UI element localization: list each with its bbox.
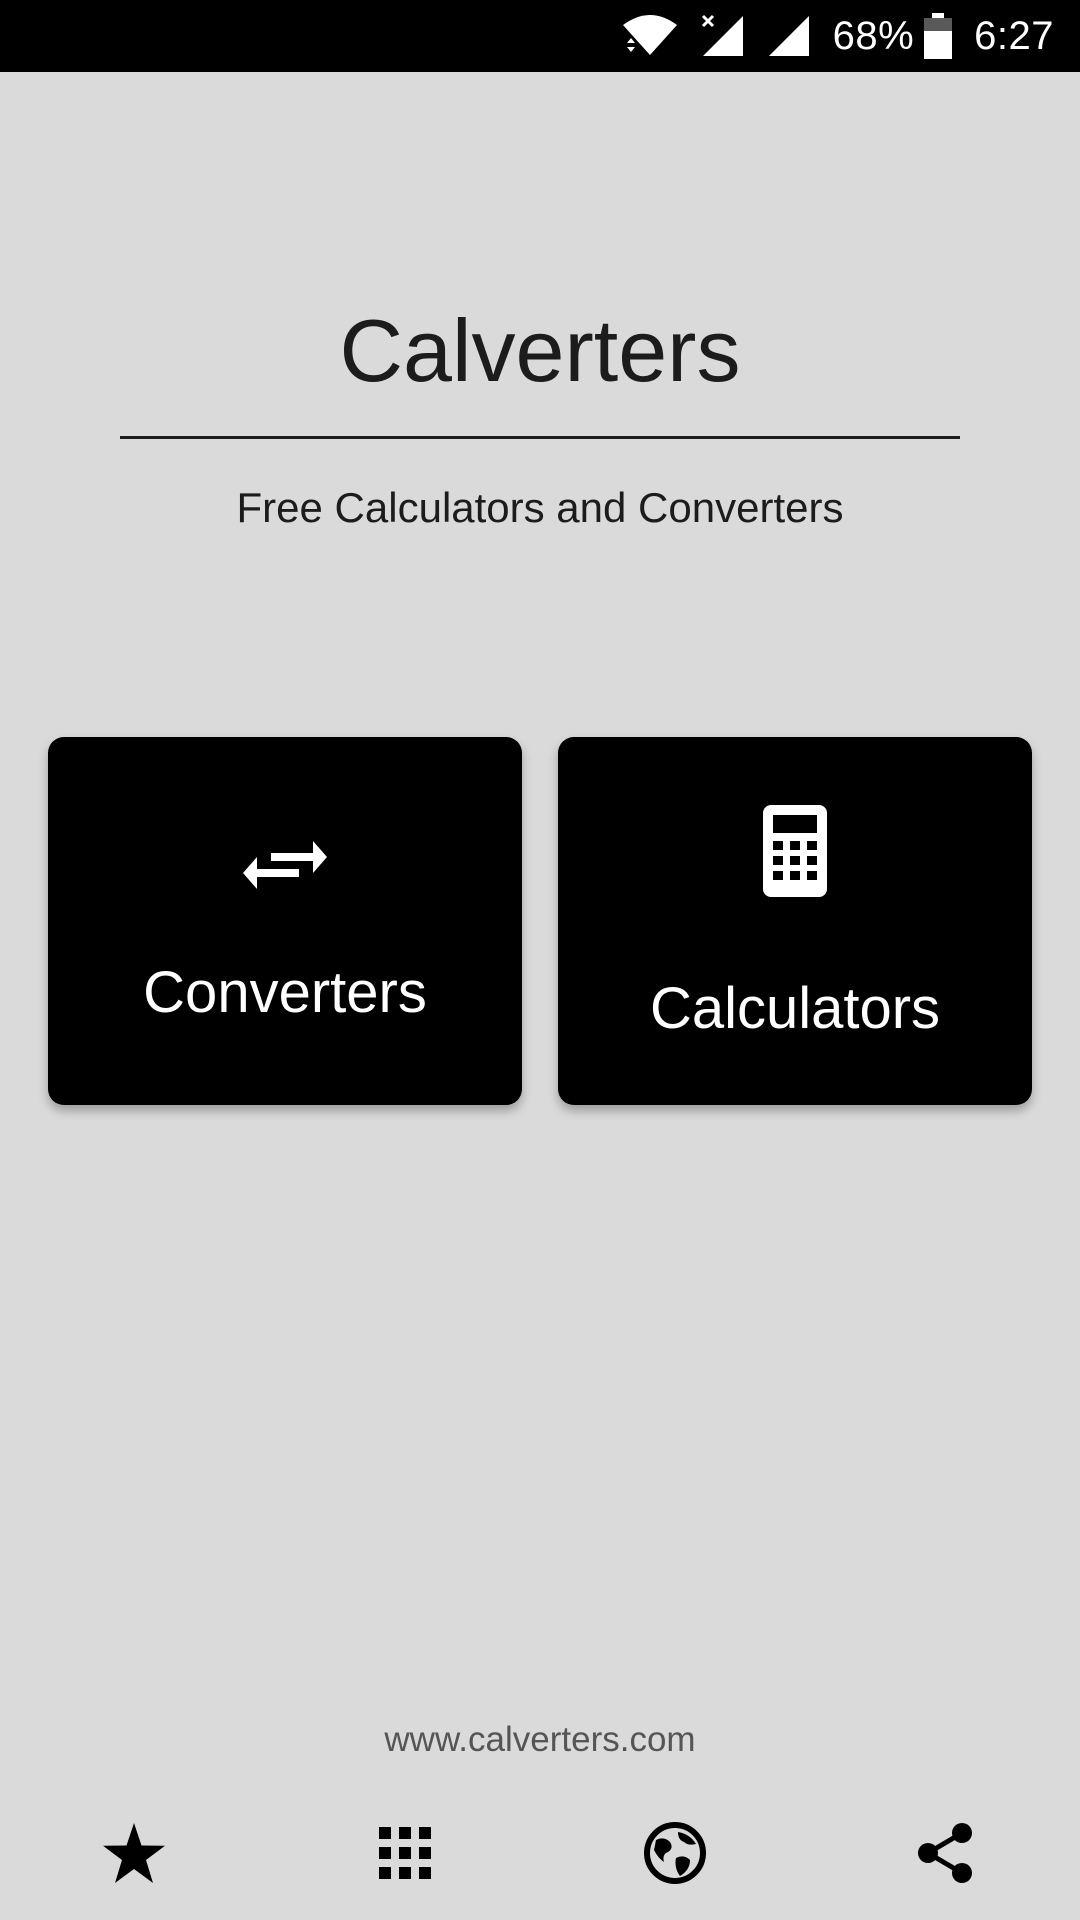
share-button[interactable] — [905, 1822, 985, 1888]
app-screen: 68% 6:27 Calverters Free Calculators and… — [0, 0, 1080, 1920]
swap-arrows-icon — [48, 833, 522, 897]
calculators-label: Calculators — [649, 976, 941, 1041]
calculators-card-button[interactable]: Calculators — [558, 737, 1032, 1105]
converters-label: Converters — [143, 960, 427, 1025]
share-icon — [916, 1822, 974, 1889]
wifi-icon — [621, 13, 679, 59]
website-link[interactable]: www.calverters.com — [0, 1720, 1080, 1760]
signal-icon — [767, 14, 811, 58]
status-bar: 68% 6:27 — [0, 0, 1080, 72]
clock: 6:27 — [974, 13, 1054, 58]
bottom-nav — [0, 1800, 1080, 1910]
calculator-icon — [558, 805, 1032, 897]
apps-grid-button[interactable] — [365, 1822, 445, 1888]
app-title: Calverters — [339, 301, 741, 400]
globe-icon — [644, 1821, 706, 1889]
signal-no-sim-icon — [701, 14, 745, 58]
star-icon — [103, 1822, 165, 1888]
favorites-button[interactable] — [94, 1822, 174, 1888]
apps-grid-icon — [379, 1826, 431, 1884]
battery-percent: 68% — [832, 13, 915, 58]
converters-card-button[interactable]: Converters — [48, 737, 522, 1105]
battery-icon — [924, 13, 953, 59]
app-subtitle: Free Calculators and Converters — [236, 484, 844, 531]
website-button[interactable] — [635, 1821, 715, 1889]
title-divider — [120, 436, 960, 439]
